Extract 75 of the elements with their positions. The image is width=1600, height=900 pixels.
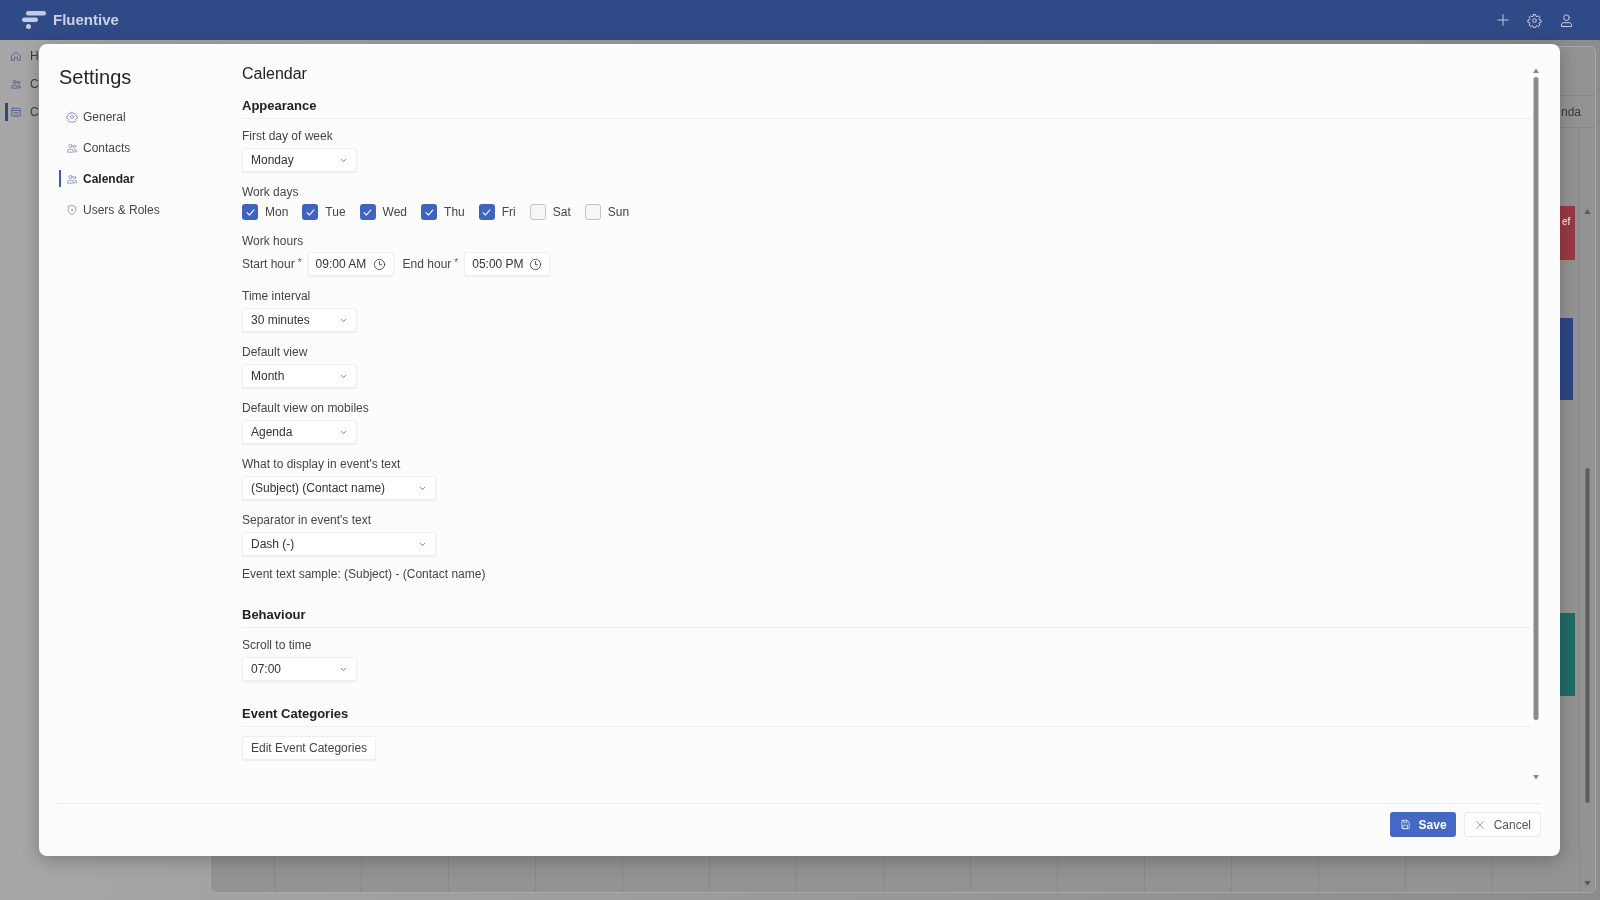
field-label: Scroll to time <box>242 637 312 653</box>
add-icon[interactable] <box>1496 13 1510 27</box>
checkbox[interactable] <box>359 204 376 220</box>
save-button[interactable]: Save <box>1389 812 1456 837</box>
dropdown[interactable]: Agenda <box>242 420 357 444</box>
section-heading: Event Categories <box>242 705 349 723</box>
people-icon <box>66 141 78 154</box>
checkbox-label: Sun <box>607 204 630 221</box>
settings-nav-item[interactable]: General <box>59 108 128 125</box>
dropdown[interactable]: Dash (-) <box>242 532 436 556</box>
checkmark-icon <box>362 206 374 218</box>
settings-icon[interactable] <box>1527 12 1542 28</box>
field-label: Time interval <box>242 288 311 304</box>
field-label: What to display in event's text <box>242 456 401 472</box>
page-title: Calendar <box>242 64 307 84</box>
clock-icon <box>529 257 543 271</box>
logo-icon <box>22 11 46 29</box>
field-label: Separator in event's text <box>242 512 372 528</box>
people-icon <box>66 172 78 185</box>
app-title: Fluentive <box>53 9 119 30</box>
time-input[interactable]: 09:00 AM <box>307 252 394 276</box>
section-heading: Behaviour <box>242 606 306 624</box>
required-mark: * <box>297 256 302 270</box>
checkmark-icon <box>481 206 493 218</box>
field-label: End hour <box>402 256 452 273</box>
checkbox-label: Fri <box>501 204 516 221</box>
settings-nav-item[interactable]: Calendar <box>59 170 137 187</box>
calendar-event[interactable]: ef <box>1560 206 1575 260</box>
sidebar-item[interactable]: H <box>5 47 39 65</box>
checkbox[interactable] <box>584 204 601 220</box>
field-label: Work days <box>242 184 299 200</box>
save-icon <box>1399 819 1411 830</box>
checkbox-label: Tue <box>325 204 346 221</box>
clock-icon <box>372 257 386 271</box>
dropdown[interactable]: 07:00 <box>242 657 357 681</box>
field-label: Default view on mobiles <box>242 400 369 416</box>
sidebar-item[interactable]: C <box>5 75 39 93</box>
checkmark-icon <box>423 206 435 218</box>
checkbox[interactable] <box>421 204 438 220</box>
dropdown[interactable]: (Subject) (Contact name) <box>242 476 436 500</box>
user-icon[interactable] <box>1559 12 1574 28</box>
home-icon <box>10 50 22 62</box>
calendar-icon <box>10 106 22 118</box>
checkbox-label: Thu <box>444 204 465 221</box>
checkbox-label: Wed <box>382 204 408 221</box>
section-heading: Appearance <box>242 97 317 115</box>
column-header-text: nda <box>1560 103 1581 121</box>
field-label: Work hours <box>242 233 304 249</box>
field-label: Start hour <box>242 256 295 273</box>
field-label: First day of week <box>242 128 333 144</box>
checkmark-icon <box>244 206 256 218</box>
field-label: Default view <box>242 344 308 360</box>
checkbox[interactable] <box>529 204 546 220</box>
dialog-title: Settings <box>59 65 132 89</box>
checkbox[interactable] <box>242 204 258 220</box>
checkbox-label: Sat <box>552 204 571 221</box>
scrollbar[interactable] <box>1531 66 1541 782</box>
dropdown[interactable]: Month <box>242 364 357 388</box>
required-mark: * <box>454 256 459 270</box>
sample-text: Event text sample: (Subject) - (Contact name) <box>242 566 486 582</box>
dropdown[interactable]: 30 minutes <box>242 308 357 332</box>
checkbox[interactable] <box>302 204 319 220</box>
checkbox[interactable] <box>478 204 495 220</box>
people-icon <box>10 78 22 90</box>
settings-nav-item[interactable]: Users & Roles <box>59 201 162 218</box>
time-input[interactable]: 05:00 PM <box>464 252 551 276</box>
edit-categories-button[interactable]: Edit Event Categories <box>242 736 377 760</box>
gear-icon <box>66 110 78 123</box>
settings-nav-item[interactable]: Contacts <box>59 139 133 156</box>
shield-icon <box>66 203 78 216</box>
checkbox-label: Mon <box>265 204 289 221</box>
close-icon <box>1474 819 1485 830</box>
checkmark-icon <box>304 206 316 218</box>
cancel-button[interactable]: Cancel <box>1463 812 1541 837</box>
dropdown[interactable]: Monday <box>242 148 357 172</box>
